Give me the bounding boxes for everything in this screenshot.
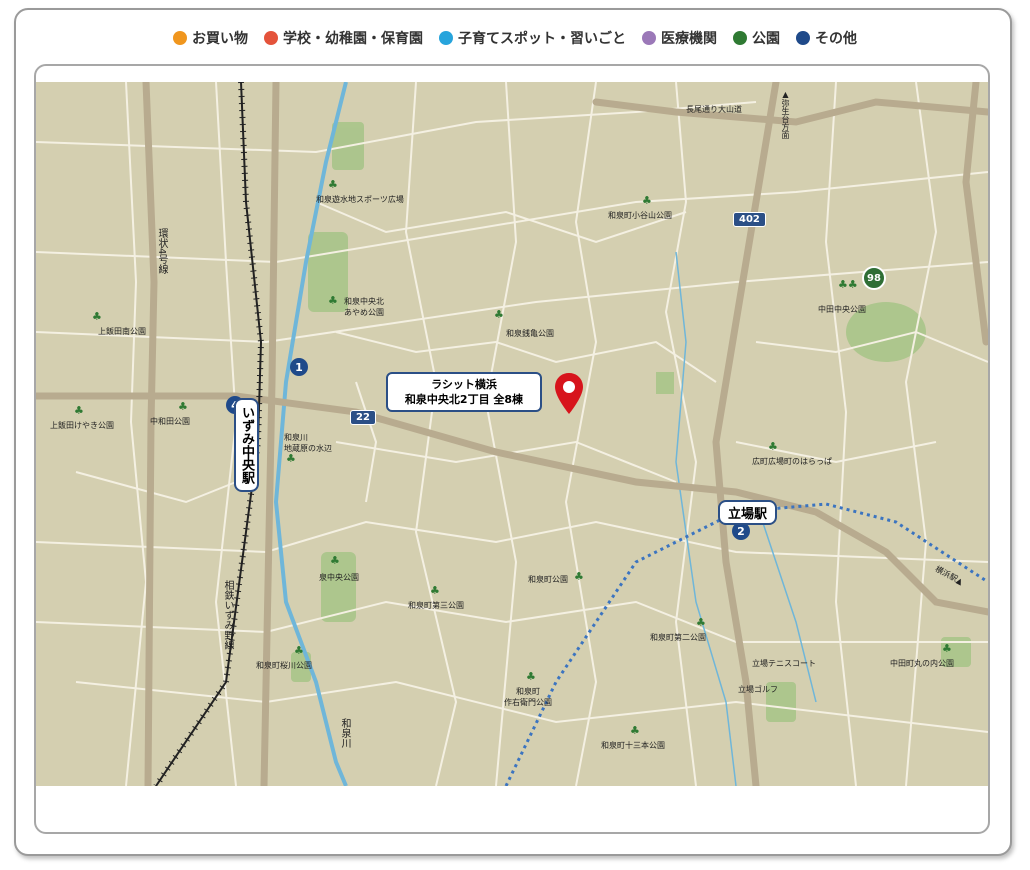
map[interactable]: 環状4号線 相鉄いずみ野線 和泉川 和泉遊水地スポーツ広場 和泉町小谷山公園 和… [36, 82, 988, 786]
label-izumi-sports: 和泉遊水地スポーツ広場 [316, 195, 404, 204]
label-mizube: 和泉川 地蔵原の水辺 [284, 433, 332, 453]
map-roads [36, 82, 988, 786]
tateba-station-label[interactable]: 立場駅 [718, 500, 778, 525]
label-ayame: 和泉中央北 あやめ公園 [344, 297, 384, 317]
tree-icon: ♣ [92, 310, 102, 323]
label-nagao: 長尾通り大山道 [686, 105, 742, 114]
tree-icon: ♣ [294, 644, 304, 657]
legend-item-shopping: お買い物 [173, 28, 248, 48]
label-nakawada: 中和田公園 [150, 417, 190, 426]
tree-icon: ♣ [630, 724, 640, 737]
tree-icon: ♣ [642, 194, 652, 207]
tree-icon: ♣ [74, 404, 84, 417]
label-nakata-maru: 中田町丸の内公園 [890, 659, 954, 668]
legend-item-park: 公園 [733, 28, 780, 48]
tree-icon: ♣ [494, 308, 504, 321]
tree-icon: ♣♣ [838, 278, 858, 291]
legend-item-school: 学校・幼稚園・保育園 [264, 28, 423, 48]
tree-icon: ♣ [942, 642, 952, 655]
label-sakuragawa: 和泉町桜川公園 [256, 661, 312, 670]
label-sotetsu: 相鉄いずみ野線 [222, 580, 233, 650]
school-dot-icon [264, 31, 278, 45]
tree-icon: ♣ [328, 178, 338, 191]
label-hiromachi: 広町広場町のはらっぱ [752, 457, 832, 466]
tree-icon: ♣ [178, 400, 188, 413]
property-address: 和泉中央北2丁目 全8棟 [404, 393, 524, 406]
poi-badge-98[interactable]: 98 [862, 266, 886, 290]
childcare-dot-icon [439, 31, 453, 45]
park-dot-icon [733, 31, 747, 45]
label-kanjo: 環状4号線 [156, 228, 167, 275]
legend-item-childcare: 子育てスポット・習いごと [439, 28, 626, 48]
route-402-shield: 402 [733, 212, 766, 227]
tree-icon: ♣ [526, 670, 536, 683]
property-callout[interactable]: ラシット横浜 和泉中央北2丁目 全8棟 [386, 372, 542, 412]
legend: お買い物 学校・幼稚園・保育園 子育てスポット・習いごと 医療機関 公園 その他 [0, 28, 1030, 48]
label-kamiiida-minami: 上飯田南公園 [98, 327, 146, 336]
tree-icon: ♣ [574, 570, 584, 583]
legend-item-other: その他 [796, 28, 857, 48]
property-name: ラシット横浜 [431, 378, 497, 391]
label-jusanbon: 和泉町十三本公園 [601, 741, 665, 750]
label-golf: 立場ゴルフ [738, 685, 778, 694]
tree-icon: ♣ [696, 616, 706, 629]
tree-icon: ♣ [430, 584, 440, 597]
label-daisan: 和泉町第三公園 [408, 601, 464, 610]
tree-icon: ♣ [286, 452, 296, 465]
tree-icon: ♣ [330, 554, 340, 567]
poi-badge-1[interactable]: 1 [290, 358, 308, 376]
label-izumigawa: 和泉川 [339, 718, 350, 748]
label-kamiiida-keyaki: 上飯田けやき公園 [50, 421, 114, 430]
label-izumi-chuo-park: 泉中央公園 [319, 573, 359, 582]
legend-item-medical: 医療機関 [642, 28, 717, 48]
label-koyama: 和泉町小谷山公園 [608, 211, 672, 220]
label-daini: 和泉町第二公園 [650, 633, 706, 642]
izumi-chuo-station-label[interactable]: いずみ中央駅 [234, 398, 259, 492]
map-frame: 環状4号線 相鉄いずみ野線 和泉川 和泉遊水地スポーツ広場 和泉町小谷山公園 和… [34, 64, 990, 834]
tree-icon: ♣ [768, 440, 778, 453]
label-tennis: 立場テニスコート [752, 659, 816, 668]
label-izumimachi-park: 和泉町公園 [528, 575, 568, 584]
tree-icon: ♣ [328, 294, 338, 307]
label-nakata-chuo: 中田中央公園 [818, 305, 866, 314]
label-zeni: 和泉銭亀公園 [506, 329, 554, 338]
map-pin-icon[interactable] [554, 372, 584, 416]
medical-dot-icon [642, 31, 656, 45]
route-22-shield: 22 [350, 410, 376, 425]
label-sakuemon: 和泉町 作右衛門公園 [504, 687, 552, 707]
label-yayoi: ▲弥生台方面 [781, 90, 790, 139]
shopping-dot-icon [173, 31, 187, 45]
other-dot-icon [796, 31, 810, 45]
